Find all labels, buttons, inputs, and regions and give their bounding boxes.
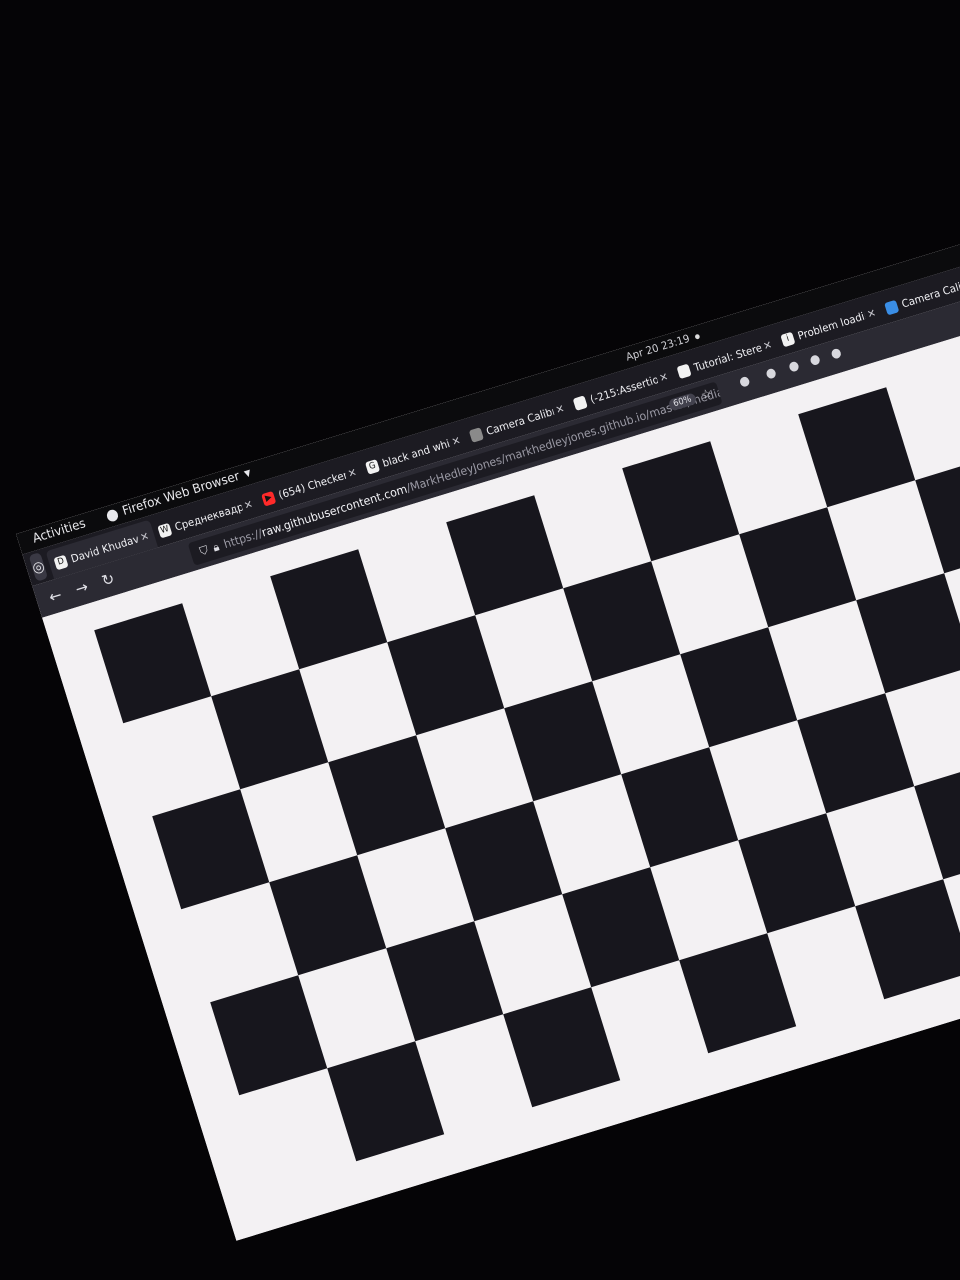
close-icon[interactable]: ✕ [658, 370, 670, 385]
checker-square [386, 921, 504, 1042]
monitor-screen: Activities Firefox Web Browser ▼ Apr 20 … [16, 210, 960, 1241]
checker-square [446, 495, 564, 616]
checker-square [269, 855, 387, 976]
arrow-left-icon[interactable]: ← [47, 585, 64, 606]
download-icon[interactable] [765, 367, 777, 380]
checker-square [915, 453, 960, 574]
checker-square [914, 759, 960, 880]
checker-square [152, 789, 270, 910]
checker-square [270, 549, 388, 670]
checker-square [211, 669, 329, 790]
notification-dot-icon [694, 333, 700, 340]
checker-square [797, 693, 915, 814]
pocket-icon[interactable] [738, 375, 751, 388]
reload-icon[interactable]: ↻ [99, 569, 116, 590]
close-icon[interactable]: ✕ [762, 338, 774, 353]
checker-square [621, 747, 739, 868]
checker-square [445, 801, 563, 922]
checker-square [563, 561, 681, 682]
tab-favicon-icon [676, 363, 692, 379]
tab-favicon-icon: W [157, 522, 173, 538]
tab-favicon-icon: i [780, 331, 796, 347]
close-icon[interactable]: ✕ [242, 497, 254, 512]
checker-square [855, 879, 960, 1000]
account-icon[interactable] [788, 360, 800, 373]
close-icon[interactable]: ✕ [450, 433, 462, 448]
firefox-icon [105, 507, 120, 523]
tab-favicon-icon [572, 394, 588, 411]
checker-square [739, 507, 857, 628]
arrow-right-icon[interactable]: → [73, 577, 90, 598]
tab-favicon-icon: ▶ [261, 490, 277, 507]
checker-square [94, 603, 212, 724]
checker-square [798, 387, 916, 508]
shield-icon[interactable]: ⛉ [198, 543, 210, 559]
url-scheme: https:// [222, 526, 264, 552]
caret-down-icon: ▼ [243, 468, 253, 480]
checker-square [327, 1041, 445, 1162]
globe-icon[interactable]: ◎ [28, 552, 49, 582]
close-icon[interactable]: ✕ [554, 402, 566, 417]
checker-square [856, 573, 960, 694]
checker-square [328, 735, 446, 856]
lock-icon[interactable]: 🔒︎ [211, 539, 221, 555]
close-icon[interactable]: ✕ [346, 465, 358, 480]
checker-square [504, 681, 622, 802]
tab-favicon-icon [468, 426, 484, 443]
checker-square [679, 933, 797, 1054]
checker-square [562, 867, 680, 988]
checker-square [503, 987, 621, 1108]
tab-favicon-icon: D [53, 554, 69, 570]
checker-square [387, 615, 505, 736]
close-icon[interactable]: ✕ [139, 529, 151, 544]
checker-square [210, 975, 328, 1096]
checker-square [680, 627, 798, 748]
checker-square [622, 441, 740, 562]
tab-favicon-icon [884, 299, 900, 315]
checker-square [738, 813, 856, 934]
tab-favicon-icon: G [364, 458, 381, 475]
extension-icon[interactable] [809, 354, 821, 367]
close-icon[interactable]: ✕ [865, 306, 877, 321]
menu-icon[interactable] [830, 347, 843, 360]
